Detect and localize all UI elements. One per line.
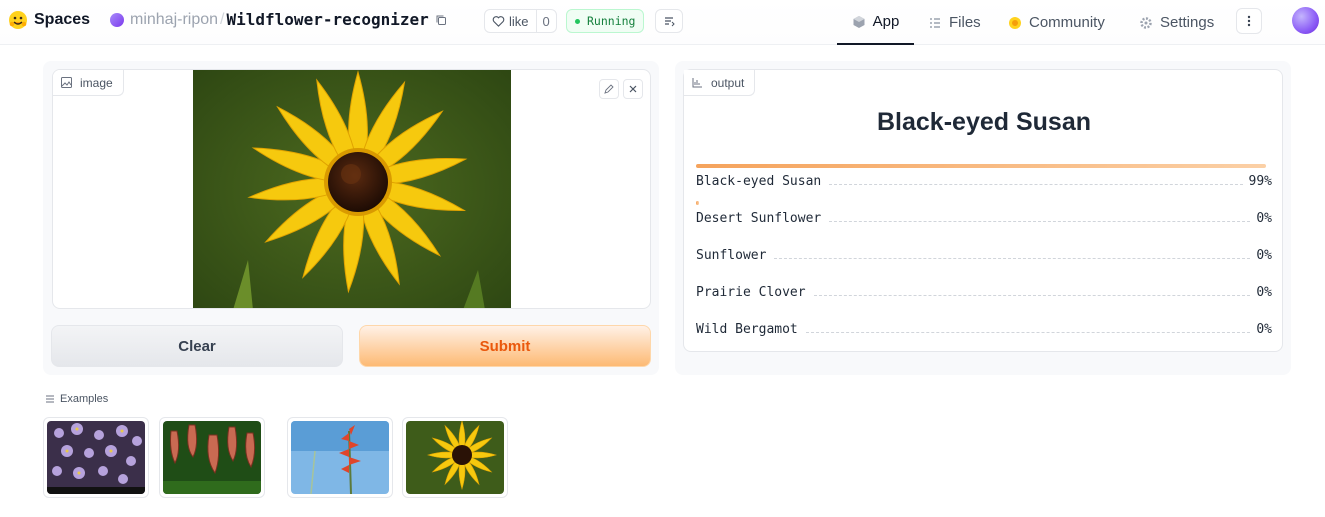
confidence-value: 0% <box>1256 211 1272 226</box>
uploaded-flower-image <box>193 70 511 308</box>
community-icon <box>1009 16 1021 29</box>
app-cube-icon <box>853 15 865 28</box>
chart-icon <box>692 78 702 88</box>
clear-button[interactable]: Clear <box>51 325 343 367</box>
image-block-label: image <box>53 70 124 96</box>
leader-dots <box>813 295 1251 296</box>
gear-icon <box>1140 16 1152 29</box>
confidence-row[interactable]: Prairie Clover 0% <box>696 275 1272 300</box>
leader-dots <box>829 184 1243 185</box>
confidence-value: 0% <box>1256 322 1272 337</box>
edit-image-button[interactable] <box>599 79 619 99</box>
space-name-link[interactable]: Wildflower-recognizer <box>227 10 429 29</box>
confidence-label: Desert Sunflower <box>696 211 822 226</box>
hugging-face-logo-icon <box>9 11 27 29</box>
image-icon <box>61 77 72 88</box>
copy-icon[interactable] <box>435 14 447 26</box>
breadcrumb-separator: / <box>220 10 225 28</box>
list-icon <box>46 395 54 403</box>
close-icon <box>629 85 637 93</box>
status-badge: Running <box>566 9 645 33</box>
confidence-value: 99% <box>1248 174 1272 189</box>
confidence-row[interactable]: Wild Bergamot 0% <box>696 312 1272 337</box>
confidence-value: 0% <box>1256 248 1272 263</box>
owner-avatar <box>110 12 124 27</box>
tab-community-label: Community <box>1029 14 1105 31</box>
top-bar: Spaces minhaj-ripon / Wildflower-recogni… <box>0 0 1325 45</box>
more-vertical-icon <box>1247 15 1251 27</box>
example-image <box>47 421 145 494</box>
confidence-bar <box>696 201 700 205</box>
confidence-label: Black-eyed Susan <box>696 174 822 189</box>
image-label-text: image <box>80 75 113 90</box>
status-dot <box>575 18 580 24</box>
tab-files-label: Files <box>949 14 981 31</box>
tab-community[interactable]: Community <box>1008 0 1105 45</box>
output-label-text: output <box>711 75 745 90</box>
example-thumbnail-red-flower[interactable] <box>287 417 393 498</box>
example-thumbnail-asters[interactable] <box>43 417 149 498</box>
confidence-label: Prairie Clover <box>696 285 806 300</box>
like-label: like <box>509 13 529 29</box>
status-text: Running <box>587 14 636 28</box>
user-avatar[interactable] <box>1292 7 1319 34</box>
heart-icon <box>492 15 505 27</box>
space-breadcrumb: minhaj-ripon / Wildflower-recognizer <box>110 10 447 29</box>
more-options-button[interactable] <box>1236 8 1262 34</box>
tab-settings-label: Settings <box>1160 14 1215 31</box>
confidence-bar <box>696 164 1267 168</box>
example-thumbnail-black-eyed-susan[interactable] <box>402 417 508 498</box>
leader-dots <box>805 332 1251 333</box>
files-icon <box>930 17 940 28</box>
example-image <box>291 421 389 494</box>
like-button[interactable]: like 0 <box>484 9 557 33</box>
confidence-row[interactable]: Black-eyed Susan 99% <box>696 164 1272 189</box>
tab-files[interactable]: Files <box>928 0 981 45</box>
example-image <box>163 421 261 494</box>
list-icon <box>665 17 675 27</box>
example-image <box>406 421 504 494</box>
examples-label-text: Examples <box>60 393 109 405</box>
tab-settings[interactable]: Settings <box>1139 0 1214 45</box>
owner-link[interactable]: minhaj-ripon <box>130 11 218 29</box>
examples-header: Examples <box>45 393 108 405</box>
tab-app[interactable]: App <box>837 0 914 45</box>
pencil-icon <box>604 84 614 94</box>
confidence-label: Wild Bergamot <box>696 322 798 337</box>
submit-button[interactable]: Submit <box>359 325 651 367</box>
confidence-row[interactable]: Desert Sunflower 0% <box>696 201 1272 226</box>
image-input[interactable]: image <box>52 69 651 309</box>
confidence-value: 0% <box>1256 285 1272 300</box>
remove-image-button[interactable] <box>623 79 643 99</box>
logs-button[interactable] <box>655 9 683 33</box>
output-block-label: output <box>684 70 756 96</box>
confidence-row[interactable]: Sunflower 0% <box>696 238 1272 263</box>
like-count[interactable]: 0 <box>535 10 556 32</box>
leader-dots <box>829 221 1251 222</box>
label-output: output Black-eyed Susan Black-eyed Susan… <box>683 69 1283 352</box>
confidence-label: Sunflower <box>696 248 767 263</box>
tab-app-label: App <box>872 13 900 30</box>
top-prediction: Black-eyed Susan <box>877 108 1091 136</box>
like-part[interactable]: like <box>485 10 536 32</box>
spaces-brand[interactable]: Spaces <box>8 10 90 30</box>
example-thumbnail-pitcher-plant[interactable] <box>159 417 265 498</box>
spaces-label: Spaces <box>34 11 91 28</box>
leader-dots <box>774 258 1251 259</box>
